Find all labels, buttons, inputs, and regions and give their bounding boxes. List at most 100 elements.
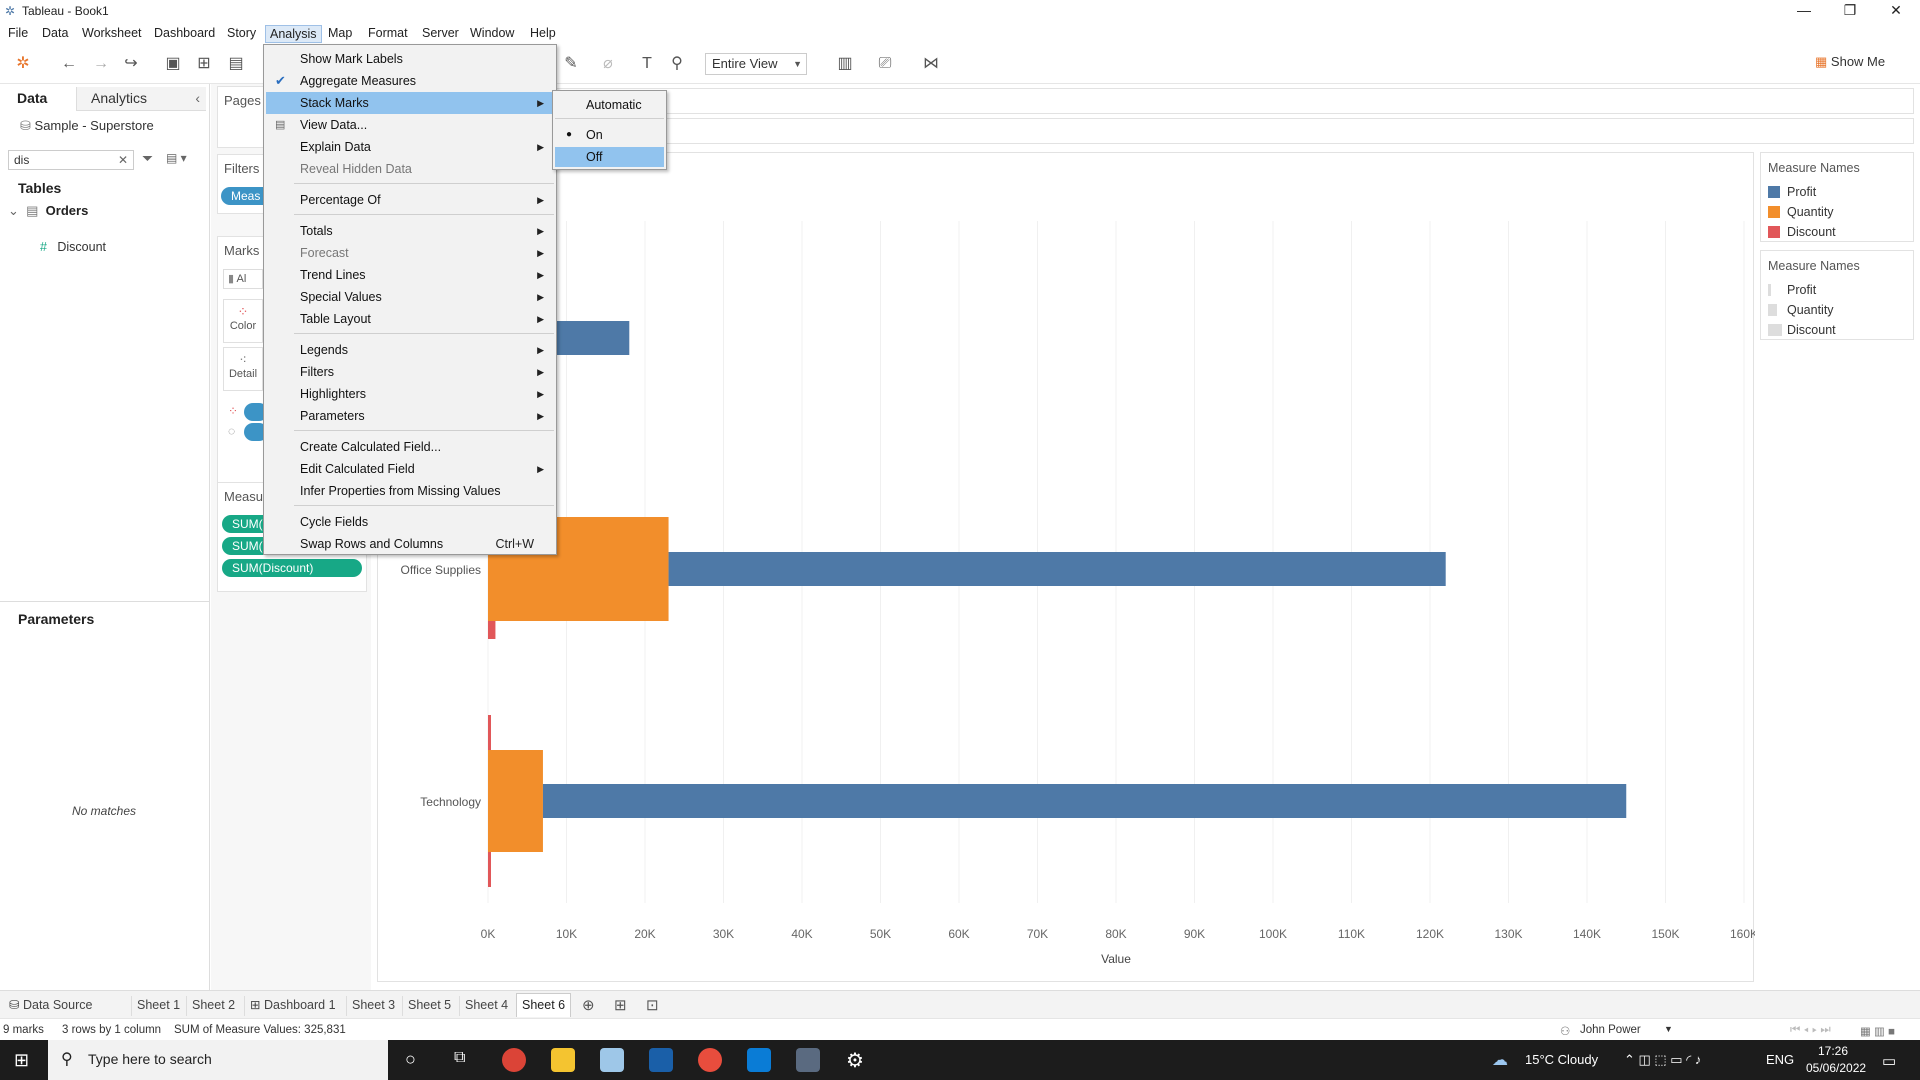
file-explorer-icon[interactable] (551, 1048, 575, 1072)
task-view-icon[interactable]: ⧉ (454, 1049, 465, 1067)
menu-item-parameters[interactable]: Parameters ▶ (266, 405, 554, 427)
tab-data-source[interactable]: ⛁ Data Source (4, 996, 97, 1016)
size-item-discount[interactable]: Discount (1768, 323, 1836, 337)
share-icon[interactable]: ⋈ (920, 54, 942, 74)
new-story-icon[interactable]: ⊡ (646, 996, 659, 1014)
stack-option-off[interactable]: Off (555, 147, 664, 167)
highlight-icon[interactable]: ✎ (560, 54, 582, 74)
menu-file[interactable]: File (4, 25, 32, 43)
detail-button[interactable]: ⁖ Detail (223, 347, 263, 391)
redo-icon[interactable]: → (90, 54, 112, 74)
view-mode-icons[interactable]: ▦ ▥ ■ (1860, 1024, 1895, 1038)
menu-item-filters[interactable]: Filters ▶ (266, 361, 554, 383)
size-item-quantity[interactable]: Quantity (1768, 303, 1834, 317)
menu-server[interactable]: Server (418, 25, 463, 43)
tray-icons[interactable]: ⌃ ◫ ⬚ ▭ ◜ ♪ (1624, 1052, 1701, 1068)
search-input[interactable]: dis ✕ (8, 150, 134, 170)
menu-item-stack-marks[interactable]: Stack Marks ▶ (266, 92, 554, 114)
presentation-icon[interactable]: ⎚ (874, 54, 896, 74)
filter-icon[interactable]: ⏷ (142, 150, 153, 167)
menu-window[interactable]: Window (466, 25, 518, 43)
weather-text[interactable]: 15°C Cloudy (1525, 1052, 1598, 1067)
legend-item-profit[interactable]: Profit (1768, 185, 1816, 199)
menu-item-view-data[interactable]: ▤ View Data... (266, 114, 554, 136)
tab-sheet-5[interactable]: Sheet 5 (402, 996, 456, 1016)
color-button[interactable]: ⁘ Color (223, 299, 263, 343)
show-me-button[interactable]: ▦ Show Me (1815, 54, 1885, 70)
menu-analysis[interactable]: Analysis (265, 25, 322, 43)
notifications-icon[interactable]: ▭ (1882, 1052, 1896, 1070)
menu-map[interactable]: Map (324, 25, 356, 43)
menu-item-swap-rows-and-columns[interactable]: Swap Rows and Columns Ctrl+W (266, 533, 554, 555)
stack-option-on[interactable]: ● On (555, 125, 664, 145)
menu-help[interactable]: Help (526, 25, 560, 43)
tab-sheet-4[interactable]: Sheet 4 (459, 996, 513, 1016)
measure-pill-discount[interactable]: SUM(Discount) (222, 559, 362, 577)
stack-option-automatic[interactable]: Automatic (555, 95, 664, 115)
size-legend[interactable]: Measure Names Profit Quantity Discount (1760, 250, 1914, 340)
tableau-taskbar-icon[interactable] (796, 1048, 820, 1072)
menu-format[interactable]: Format (364, 25, 412, 43)
cortana-icon[interactable]: ○ (405, 1049, 416, 1070)
menu-item-table-layout[interactable]: Table Layout ▶ (266, 308, 554, 330)
tableau-home-icon[interactable]: ✲ (12, 54, 34, 74)
size-item-profit[interactable]: Profit (1768, 283, 1816, 297)
tab-data[interactable]: Data (0, 87, 76, 111)
view-options-icon[interactable]: ▤ ▾ (166, 151, 187, 165)
tab-sheet-3[interactable]: Sheet 3 (346, 996, 400, 1016)
tab-sheet-2[interactable]: Sheet 2 (186, 996, 240, 1016)
pin-icon[interactable]: ⚲ (666, 54, 688, 74)
tab-sheet-6[interactable]: Sheet 6 (516, 993, 572, 1017)
status-user[interactable]: John Power (1580, 1024, 1641, 1036)
label-icon[interactable]: T (636, 54, 658, 74)
menu-story[interactable]: Story (223, 25, 260, 43)
show-cards-icon[interactable]: ▥ (834, 54, 856, 74)
menu-item-explain-data[interactable]: Explain Data ▶ (266, 136, 554, 158)
clock-time[interactable]: 17:26 (1818, 1044, 1848, 1058)
color-legend[interactable]: Measure Names Profit Quantity Discount (1760, 152, 1914, 242)
notepad-icon[interactable] (600, 1048, 624, 1072)
legend-item-quantity[interactable]: Quantity (1768, 205, 1834, 219)
clear-search-icon[interactable]: ✕ (118, 151, 128, 169)
table-orders[interactable]: ⌄ ▤ Orders (8, 203, 88, 219)
menu-item-special-values[interactable]: Special Values ▶ (266, 286, 554, 308)
powerbi-icon[interactable] (649, 1048, 673, 1072)
menu-item-infer-properties-from-missing-values[interactable]: Infer Properties from Missing Values (266, 480, 554, 502)
settings-icon[interactable]: ⚙ (846, 1048, 864, 1073)
menu-item-trend-lines[interactable]: Trend Lines ▶ (266, 264, 554, 286)
restore-button[interactable]: ❐ (1827, 0, 1873, 22)
fit-select[interactable]: Entire View ▼ (705, 53, 807, 75)
menu-item-edit-calculated-field[interactable]: Edit Calculated Field ▶ (266, 458, 554, 480)
group-icon[interactable]: ⌀ (597, 54, 619, 74)
new-datasource-icon[interactable]: ⊞ (193, 54, 215, 74)
windows-start-icon[interactable]: ⊞ (14, 1050, 29, 1071)
vscode-icon[interactable] (747, 1048, 771, 1072)
new-worksheet-icon[interactable]: ⊕ (582, 996, 595, 1014)
collapse-icon[interactable]: ‹ (195, 87, 200, 109)
menu-item-percentage-of[interactable]: Percentage Of ▶ (266, 189, 554, 211)
menu-item-highlighters[interactable]: Highlighters ▶ (266, 383, 554, 405)
close-button[interactable]: ✕ (1873, 0, 1919, 22)
menu-item-create-calculated-field[interactable]: Create Calculated Field... (266, 436, 554, 458)
menu-item-cycle-fields[interactable]: Cycle Fields (266, 511, 554, 533)
minimize-button[interactable]: — (1781, 0, 1827, 22)
chevron-down-icon[interactable]: ▼ (1664, 1024, 1673, 1034)
navigation-arrows[interactable]: ⏮ ◂ ▸ ⏭ (1790, 1024, 1831, 1037)
replay-icon[interactable]: ↪ (120, 54, 142, 74)
taskbar-search-input[interactable]: ⚲ Type here to search (48, 1040, 388, 1080)
menu-item-totals[interactable]: Totals ▶ (266, 220, 554, 242)
new-dashboard-icon[interactable]: ⊞ (614, 996, 627, 1014)
pause-updates-icon[interactable]: ▤ (225, 54, 247, 74)
chrome-icon[interactable] (502, 1048, 526, 1072)
menu-item-show-mark-labels[interactable]: Show Mark Labels (266, 48, 554, 70)
menu-dashboard[interactable]: Dashboard (150, 25, 219, 43)
menu-data[interactable]: Data (38, 25, 72, 43)
language-indicator[interactable]: ENG (1766, 1052, 1794, 1067)
field-discount[interactable]: # Discount (40, 240, 106, 254)
tab-dashboard-1[interactable]: ⊞ Dashboard 1 (244, 996, 341, 1016)
tab-sheet-1[interactable]: Sheet 1 (131, 996, 185, 1016)
clock-date[interactable]: 05/06/2022 (1806, 1061, 1866, 1075)
datasource-item[interactable]: ⛁ Sample - Superstore (20, 118, 154, 134)
undo-icon[interactable]: ← (58, 54, 80, 74)
mark-type-select[interactable]: ▮ Al (223, 269, 263, 289)
